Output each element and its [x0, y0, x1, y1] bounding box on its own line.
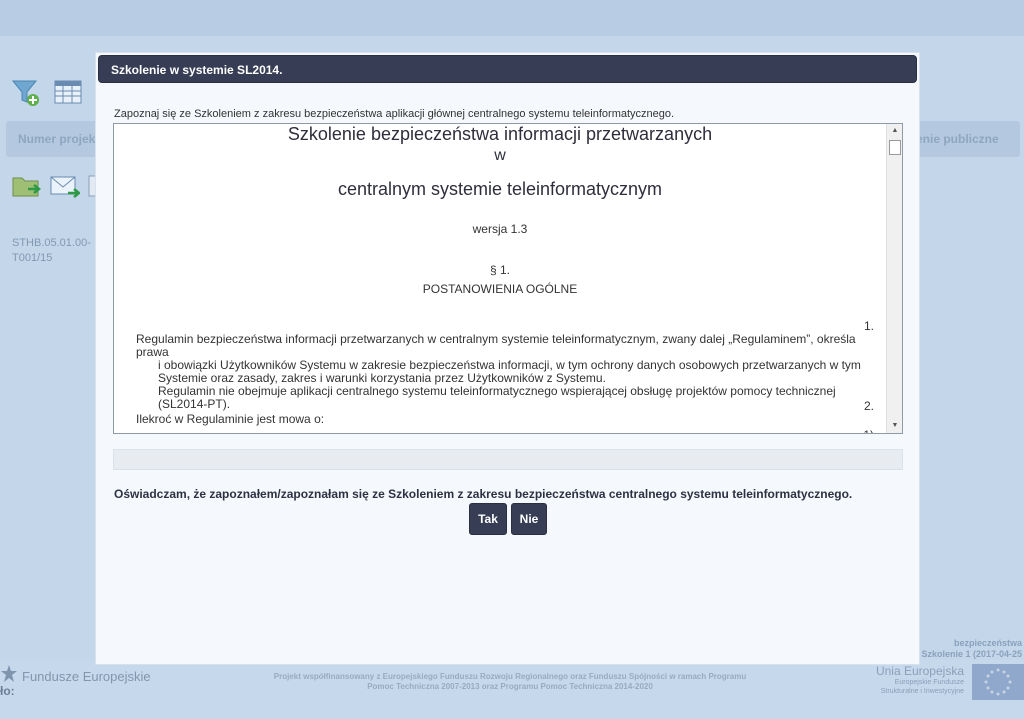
mail-arrow-icon[interactable] [50, 172, 80, 200]
doc-paragraph-2: Ilekroć w Regulaminie jest mowa o: [136, 412, 325, 426]
footer-text: Projekt współfinansowany z Europejskiego… [273, 672, 747, 691]
table-icon[interactable] [54, 78, 82, 106]
eu-logo: Unia Europejska Europejskie Fundusze Str… [876, 664, 1024, 700]
scroll-up-icon[interactable]: ▲ [887, 124, 902, 138]
doc-para1-line4: Regulamin nie obejmuje aplikacji central… [158, 384, 836, 398]
training-dialog: Szkolenie w systemie SL2014. Zapoznaj si… [95, 52, 920, 665]
doc-title-line-3: centralnym systemie teleinformatycznym [337, 179, 663, 199]
fundusze-europejskie-logo: Fundusze Europejskie [0, 664, 151, 684]
toolbar [12, 78, 82, 106]
doc-item-number-3: 1) [863, 428, 874, 433]
eu-subtitle-2: Strukturalne i Inwestycyjne [880, 688, 964, 695]
row-actions [12, 172, 96, 200]
declaration-text: Oświadczam, że zapoznałem/zapoznałam się… [114, 487, 853, 501]
top-bar [0, 0, 1024, 36]
doc-paragraph-1: Regulamin bezpieczeństwa informacji prze… [136, 333, 886, 411]
eu-flag-icon [972, 664, 1024, 700]
doc-para1-line5: (SL2014-PT). [158, 397, 231, 411]
eu-subtitle-1: Europejskie Fundusze [894, 679, 964, 686]
fe-star-icon [1, 665, 17, 682]
scroll-thumb[interactable] [889, 140, 901, 155]
dialog-intro-text: Zapoznaj się ze Szkoleniem z zakresu bez… [114, 108, 675, 120]
progress-bar [113, 449, 903, 470]
doc-item-number-2: 2. [863, 399, 874, 413]
eu-title: Unia Europejska [875, 664, 964, 678]
doc-section-number: § 1. [489, 263, 510, 277]
doc-para1-line1: Regulamin bezpieczeństwa informacji prze… [136, 332, 856, 359]
dialog-title: Szkolenie w systemie SL2014. [98, 55, 917, 83]
folder-arrow-icon[interactable] [12, 172, 42, 200]
column-header-project-number[interactable]: Numer projek [6, 121, 106, 157]
yes-button[interactable]: Tak [469, 503, 507, 535]
scroll-down-icon[interactable]: ▼ [887, 419, 902, 433]
training-document: Szkolenie bezpieczeństwa informacji prze… [114, 124, 886, 433]
doc-section-title: POSTANOWIENIA OGÓLNE [422, 282, 578, 296]
document-scrollbar[interactable]: ▲ ▼ [886, 124, 902, 433]
filter-add-icon[interactable] [12, 78, 40, 106]
no-button[interactable]: Nie [511, 503, 547, 535]
column-header-public[interactable]: enie publiczne [910, 121, 1020, 157]
project-number-cell[interactable]: STHB.05.01.00-T001/15 [12, 236, 102, 266]
fe-logo-text: Fundusze Europejskie [22, 669, 151, 684]
doc-title-line-2: w [494, 147, 506, 164]
training-document-frame[interactable]: Szkolenie bezpieczeństwa informacji prze… [113, 123, 903, 434]
doc-version: wersja 1.3 [472, 222, 528, 236]
doc-item-number-1: 1. [863, 319, 874, 333]
doc-title-line-1: Szkolenie bezpieczeństwa informacji prze… [287, 124, 713, 144]
left-bottom-label: ło: [0, 684, 15, 698]
